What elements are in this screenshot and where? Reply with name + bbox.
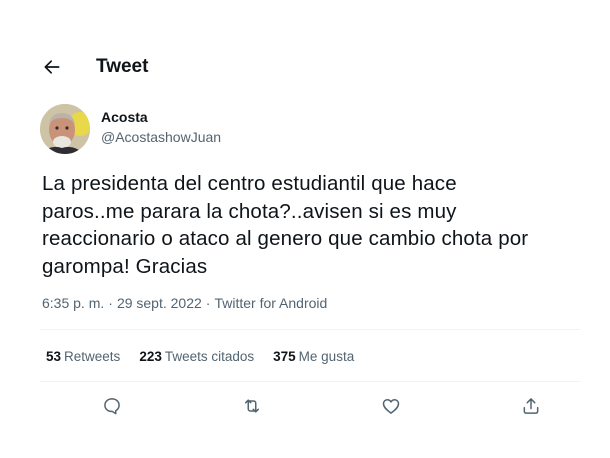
like-button[interactable] bbox=[377, 392, 405, 420]
share-button[interactable] bbox=[517, 392, 545, 420]
likes-count: 375 bbox=[273, 349, 296, 364]
like-icon bbox=[382, 399, 400, 414]
tweet-header: Tweet bbox=[40, 52, 148, 82]
tweet-text-line: reaccionario o ataco al genero que cambi… bbox=[42, 227, 529, 250]
quotes-count: 223 bbox=[139, 349, 162, 364]
quotes-stat[interactable]: 223 Tweets citados bbox=[139, 349, 254, 364]
reply-button[interactable] bbox=[98, 392, 126, 420]
tweet-actions bbox=[40, 392, 580, 420]
back-button[interactable] bbox=[40, 55, 64, 79]
tweet-source[interactable]: Twitter for Android bbox=[214, 295, 327, 311]
likes-stat[interactable]: 375 Me gusta bbox=[273, 349, 354, 364]
retweet-button[interactable] bbox=[238, 392, 266, 420]
divider bbox=[40, 381, 580, 382]
retweets-label: Retweets bbox=[64, 349, 121, 364]
page-title: Tweet bbox=[96, 56, 149, 77]
back-arrow-icon bbox=[44, 60, 60, 74]
avatar[interactable] bbox=[40, 104, 90, 154]
share-icon bbox=[523, 398, 539, 414]
author-name[interactable]: Acosta bbox=[101, 109, 221, 126]
tweet-author: Acosta @AcostashowJuan bbox=[40, 104, 221, 154]
meta-separator: · bbox=[205, 295, 211, 311]
tweet-date[interactable]: 29 sept. 2022 bbox=[117, 295, 202, 311]
tweet-text: La presidenta del centro estudiantil que… bbox=[42, 170, 582, 280]
retweets-stat[interactable]: 53 Retweets bbox=[46, 349, 120, 364]
quotes-label: Tweets citados bbox=[164, 349, 255, 364]
tweet-text-line: La presidenta del centro estudiantil que… bbox=[42, 172, 457, 195]
tweet-time[interactable]: 6:35 p. m. bbox=[42, 295, 104, 311]
meta-separator: · bbox=[108, 295, 113, 311]
tweet-metadata: 6:35 p. m. · 29 sept. 2022 · Twitter for… bbox=[42, 295, 327, 311]
retweets-count: 53 bbox=[46, 349, 62, 364]
divider bbox=[40, 329, 580, 330]
tweet-stats: 53 Retweets 223 Tweets citados 375 Me gusta bbox=[46, 349, 354, 364]
retweet-icon bbox=[245, 399, 259, 413]
reply-icon bbox=[104, 398, 120, 415]
author-handle[interactable]: @AcostashowJuan bbox=[101, 128, 221, 146]
avatar-image bbox=[40, 104, 90, 154]
tweet-text-line: paros..me parara la chota?..avisen si es… bbox=[42, 199, 457, 223]
likes-label: Me gusta bbox=[298, 349, 355, 364]
tweet-page: Tweet Acosta @AcostashowJuan La presiden… bbox=[0, 0, 610, 458]
tweet-text-line: garompa! Gracias bbox=[42, 254, 208, 278]
